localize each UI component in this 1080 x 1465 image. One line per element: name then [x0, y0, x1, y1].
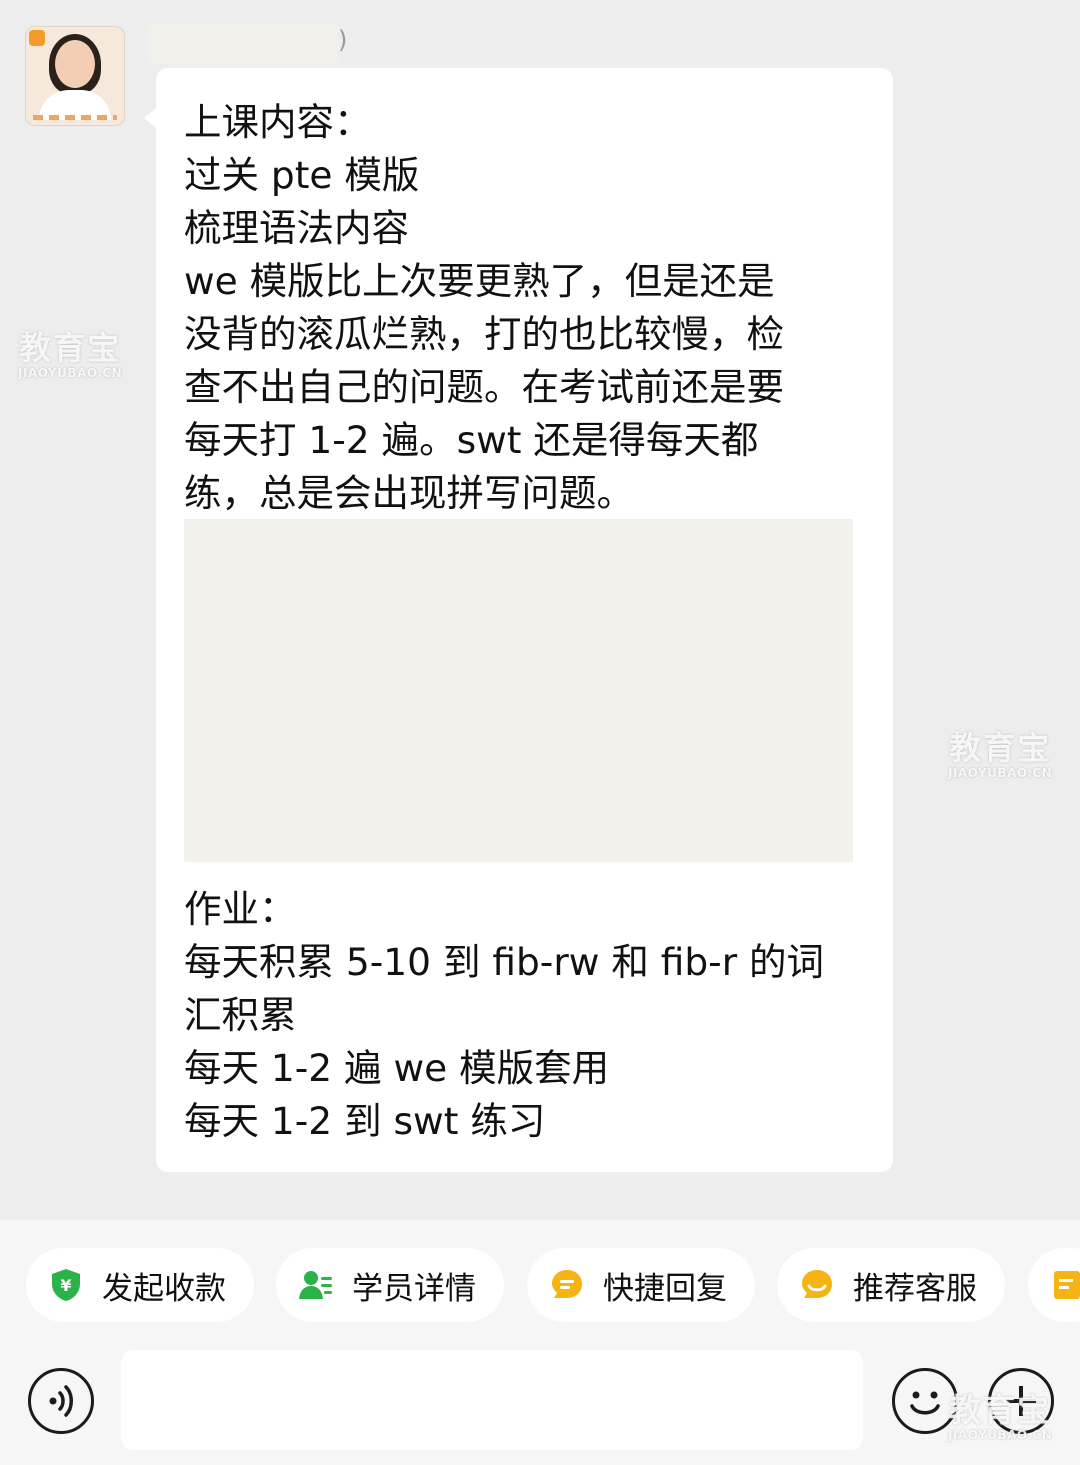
badge-icon [29, 30, 45, 46]
student-profile-icon [299, 1271, 332, 1299]
voice-button[interactable] [28, 1368, 94, 1434]
watermark-subtext: JIAOYUBAO.CN [948, 766, 1053, 780]
quick-action-recommend-button[interactable]: 推荐客服 [777, 1248, 1005, 1322]
message-text-top: 上课内容： 过关 pte 模版 梳理语法内容 we 模版比上次要更熟了，但是还是… [184, 96, 874, 520]
redacted-content-block [184, 519, 853, 862]
svg-text:¥: ¥ [60, 1276, 71, 1295]
message-line: 汇积累 [184, 993, 297, 1037]
watermark-subtext: JIAOYUBAO.CN [18, 366, 123, 380]
quick-action-label: 快捷回复 [603, 1270, 727, 1307]
quick-action-label: 推荐客服 [853, 1270, 977, 1307]
watermark-text: 教育宝 [19, 329, 122, 367]
quick-reply-icon [552, 1270, 582, 1298]
message-line: 每天 1-2 遍 we 模版套用 [184, 1046, 610, 1090]
watermark-text: 教育宝 [949, 729, 1052, 767]
sender-name-redacted [148, 24, 338, 64]
quick-action-payment-button[interactable]: ¥ 发起收款 [26, 1248, 254, 1322]
sender-name-paren: ) [338, 26, 348, 54]
message-line: 每天打 1-2 遍。swt 还是得每天都 [184, 418, 759, 462]
message-line: 查不出自己的问题。在考试前还是要 [184, 365, 784, 409]
watermark: 教育宝 JIAOYUBAO.CN [948, 1392, 1052, 1442]
message-line: 练，总是会出现拼写问题。 [184, 471, 634, 515]
message-line: 作业： [184, 887, 297, 931]
quick-action-label: 学员详情 [352, 1270, 476, 1307]
watermark: 教育宝 JIAOYUBAO.CN [18, 330, 122, 380]
quick-action-student-button[interactable]: 学员详情 [276, 1248, 504, 1322]
watermark-text: 教育宝 [949, 1391, 1052, 1429]
message-bubble[interactable]: 上课内容： 过关 pte 模版 梳理语法内容 we 模版比上次要更熟了，但是还是… [144, 68, 893, 1172]
input-row [0, 1350, 1080, 1452]
recommend-service-icon [802, 1270, 832, 1298]
quick-action-bar: ¥ 发起收款 学员详情 快捷回复 推荐客服 [0, 1248, 1080, 1322]
watermark-subtext: JIAOYUBAO.CN [948, 1428, 1053, 1442]
message-line: 上课内容： [184, 100, 372, 144]
message-line: 没背的滚瓜烂熟，打的也比较慢，检 [184, 312, 784, 356]
chat-area: ) 上课内容： 过关 pte 模版 梳理语法内容 we 模版比上次要更熟了，但是… [0, 0, 1080, 1220]
message-line: 每天 1-2 到 swt 练习 [184, 1099, 546, 1143]
bottom-panel: ¥ 发起收款 学员详情 快捷回复 推荐客服 教育宝 JIAOYUBAO.CN [0, 1220, 1080, 1465]
message-line: 每天积累 5-10 到 fib-rw 和 fib-r 的词 [184, 940, 825, 984]
message-line: 过关 pte 模版 [184, 153, 420, 197]
sender-avatar[interactable] [25, 26, 125, 126]
quick-action-label: 发起收款 [102, 1270, 226, 1307]
message-input[interactable] [121, 1350, 863, 1450]
payment-shield-icon: ¥ [52, 1269, 80, 1301]
emoji-icon [910, 1391, 940, 1415]
message-text-bottom: 作业： 每天积累 5-10 到 fib-rw 和 fib-r 的词 汇积累 每天… [184, 883, 874, 1148]
quick-action-reply-button[interactable]: 快捷回复 [527, 1248, 755, 1322]
voice-icon [49, 1385, 73, 1417]
watermark: 教育宝 JIAOYUBAO.CN [948, 730, 1052, 780]
note-icon [1054, 1271, 1080, 1299]
message-line: 梳理语法内容 [184, 206, 409, 250]
message-line: we 模版比上次要更熟了，但是还是 [184, 259, 775, 303]
quick-action-note-button[interactable] [1028, 1248, 1080, 1322]
